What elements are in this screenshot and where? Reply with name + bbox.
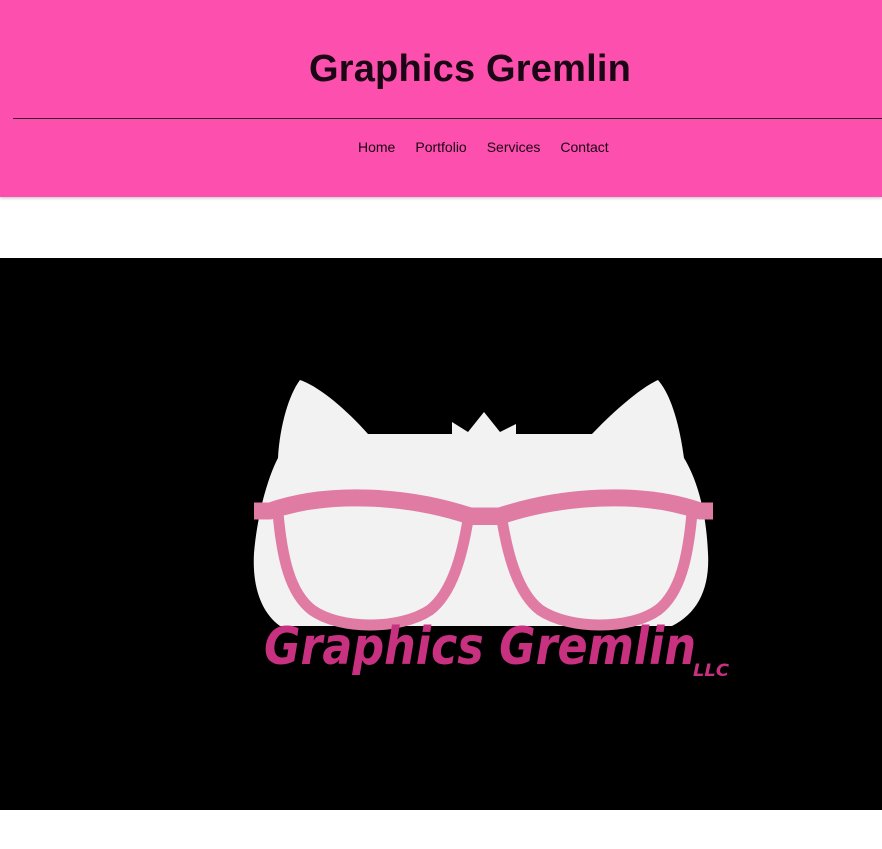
nav-link-home[interactable]: Home — [348, 136, 405, 158]
main-nav: Home Portfolio Services Contact — [348, 136, 619, 158]
header-divider — [13, 118, 882, 119]
logo-image: Graphics Gremlin LLC — [253, 380, 730, 681]
hero-banner: Graphics Gremlin LLC — [0, 258, 882, 810]
logo-wordmark: Graphics Gremlin — [264, 617, 696, 677]
site-title[interactable]: Graphics Gremlin — [0, 48, 882, 91]
logo-llc: LLC — [693, 661, 730, 681]
site-header: Graphics Gremlin Home Portfolio Services… — [0, 0, 882, 197]
nav-link-contact[interactable]: Contact — [550, 136, 618, 158]
nav-link-services[interactable]: Services — [477, 136, 551, 158]
nav-link-portfolio[interactable]: Portfolio — [405, 136, 476, 158]
